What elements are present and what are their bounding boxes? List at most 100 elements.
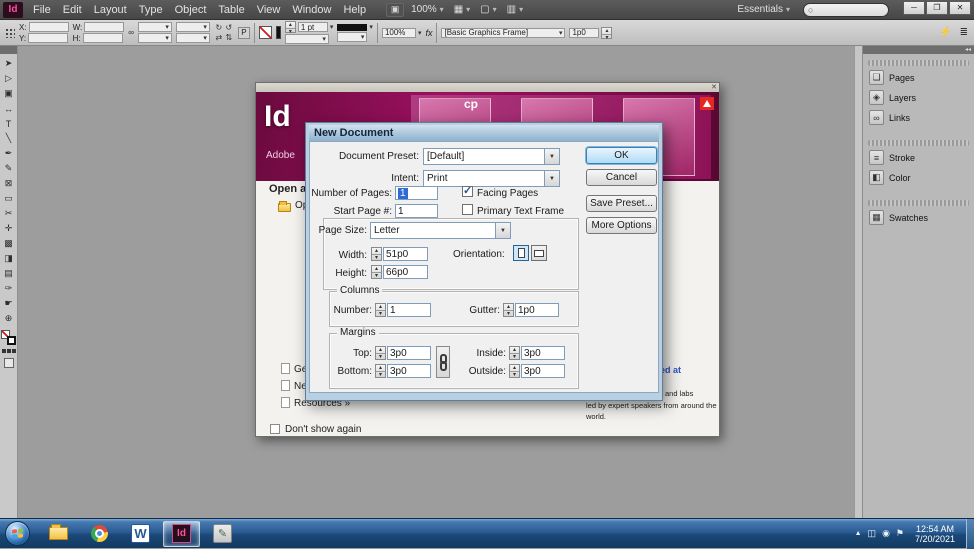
menu-file[interactable]: File	[27, 4, 57, 16]
search-input[interactable]: ○	[803, 2, 889, 17]
opacity-field[interactable]: 100%	[381, 27, 416, 38]
menu-layout[interactable]: Layout	[88, 4, 133, 16]
selection-tool[interactable]: ➤	[1, 56, 17, 71]
minimize-button[interactable]: ─	[903, 0, 925, 15]
margin-bottom-stepper[interactable]	[375, 364, 386, 378]
width-field[interactable]: 51p0	[383, 247, 428, 261]
fill-stroke-indicator[interactable]	[1, 330, 16, 345]
dropdown-arrow-icon[interactable]	[495, 223, 510, 238]
start-button[interactable]	[5, 521, 30, 546]
gutter-stepper[interactable]	[503, 303, 514, 317]
pen-tool[interactable]: ✒	[1, 146, 17, 161]
note-tool[interactable]: ▤	[1, 266, 17, 281]
gutter-field[interactable]: 1p0	[515, 303, 559, 317]
margin-top-field[interactable]: 3p0	[387, 346, 431, 360]
view-options-select[interactable]: ▦	[449, 4, 475, 15]
height-stepper[interactable]	[371, 265, 382, 279]
margin-top-stepper[interactable]	[375, 346, 386, 360]
save-preset-button[interactable]: Save Preset...	[586, 195, 657, 212]
make-margins-equal-button[interactable]	[436, 346, 450, 378]
document-preset-select[interactable]: [Default]	[423, 148, 560, 165]
height-field[interactable]: 66p0	[383, 265, 428, 279]
indesign-taskbar-button[interactable]: Id	[163, 520, 200, 547]
more-options-button[interactable]: More Options	[586, 217, 657, 234]
dropdown-arrow-icon[interactable]	[544, 149, 559, 164]
stroke-weight-arrow-icon[interactable]: ▾	[330, 23, 334, 31]
scale-x-field[interactable]	[137, 22, 172, 32]
margin-inside-field[interactable]: 3p0	[521, 346, 565, 360]
rotation-angle-field[interactable]	[175, 22, 210, 32]
columns-number-field[interactable]: 1	[387, 303, 431, 317]
type-tool[interactable]: T	[1, 116, 17, 131]
line-tool[interactable]: ╲	[1, 131, 17, 146]
gradient-feather-tool[interactable]: ◨	[1, 251, 17, 266]
start-page-field[interactable]: 1	[395, 204, 438, 218]
menu-object[interactable]: Object	[169, 4, 213, 16]
cancel-button[interactable]: Cancel	[586, 169, 657, 186]
menu-help[interactable]: Help	[337, 4, 372, 16]
width-stepper[interactable]	[371, 247, 382, 261]
dont-show-checkbox[interactable]	[270, 424, 280, 434]
rotate-cw-icon[interactable]: ↻	[214, 23, 224, 33]
height-field[interactable]	[82, 33, 123, 43]
welcome-close-icon[interactable]: ✕	[711, 83, 717, 92]
control-panel-menu-icon[interactable]: ≣	[960, 27, 968, 38]
page-size-select[interactable]: Letter	[370, 222, 511, 239]
menu-edit[interactable]: Edit	[57, 4, 88, 16]
object-style-select[interactable]: [Basic Graphics Frame]	[441, 27, 566, 38]
stroke-color-swatch[interactable]	[258, 26, 272, 39]
corner-size-field[interactable]: 1p0	[569, 27, 600, 38]
dialog-titlebar[interactable]: New Document	[309, 125, 659, 141]
collapse-panels-icon[interactable]: ◂◂	[965, 46, 971, 54]
fill-color-swatch[interactable]	[275, 26, 281, 39]
effects-icon[interactable]: fx	[425, 28, 432, 38]
gradient-tool[interactable]: ▩	[1, 236, 17, 251]
panel-group-grabber[interactable]	[868, 140, 969, 146]
rotate-ccw-icon[interactable]: ↺	[224, 23, 234, 33]
tray-display-icon[interactable]: ◫	[868, 528, 877, 539]
select-content-icon[interactable]: P	[237, 26, 250, 39]
zoom-level-select[interactable]: 100%	[406, 4, 449, 15]
width-field[interactable]	[84, 22, 125, 32]
margin-bottom-field[interactable]: 3p0	[387, 364, 431, 378]
tray-volume-icon[interactable]: ◉	[882, 528, 890, 539]
close-button[interactable]: ✕	[949, 0, 971, 15]
stroke-type-select[interactable]	[284, 34, 329, 44]
quick-apply-icon[interactable]: ⚡	[939, 27, 951, 38]
utility-taskbar-button[interactable]: ✎	[204, 521, 241, 547]
intent-select[interactable]: Print	[423, 170, 560, 187]
screen-mode-button[interactable]	[3, 358, 14, 368]
stroke-swatch-icon[interactable]	[7, 336, 16, 345]
restore-button[interactable]: ❐	[926, 0, 948, 15]
apply-color-buttons[interactable]	[1, 349, 16, 353]
dropdown-arrow-icon[interactable]	[544, 171, 559, 186]
corner-size-stepper[interactable]	[601, 26, 613, 39]
tray-expand-icon[interactable]: ▲	[855, 530, 862, 537]
facing-pages-checkbox[interactable]	[462, 184, 473, 197]
direct-selection-tool[interactable]: ▷	[1, 71, 17, 86]
shear-angle-field[interactable]	[175, 33, 210, 43]
layers-panel-button[interactable]: ◈ Layers	[869, 89, 968, 106]
free-transform-tool[interactable]: ✛	[1, 221, 17, 236]
stroke-style-arrow-icon[interactable]: ▾	[369, 23, 373, 31]
opacity-arrow-icon[interactable]: ▾	[418, 29, 422, 37]
chrome-taskbar-button[interactable]	[81, 521, 118, 547]
pencil-tool[interactable]: ✎	[1, 161, 17, 176]
explorer-taskbar-button[interactable]	[40, 521, 77, 547]
margin-outside-stepper[interactable]	[509, 364, 520, 378]
show-desktop-button[interactable]	[966, 518, 974, 549]
bridge-icon[interactable]: ▣	[386, 2, 405, 17]
scale-y-field[interactable]	[137, 33, 172, 43]
menu-table[interactable]: Table	[212, 4, 250, 16]
tools-panel-header[interactable]	[0, 46, 17, 54]
zoom-tool[interactable]: ⊕	[1, 311, 17, 326]
workspace-switcher[interactable]: Essentials	[732, 4, 795, 15]
gap-tool[interactable]: ↔	[1, 101, 17, 116]
margin-outside-field[interactable]: 3p0	[521, 364, 565, 378]
number-of-pages-field[interactable]: 1	[395, 186, 438, 200]
columns-number-stepper[interactable]	[375, 303, 386, 317]
panel-group-grabber[interactable]	[868, 200, 969, 206]
community-link[interactable]: ed at	[660, 365, 681, 375]
margin-inside-stepper[interactable]	[509, 346, 520, 360]
word-taskbar-button[interactable]: W	[122, 521, 159, 547]
